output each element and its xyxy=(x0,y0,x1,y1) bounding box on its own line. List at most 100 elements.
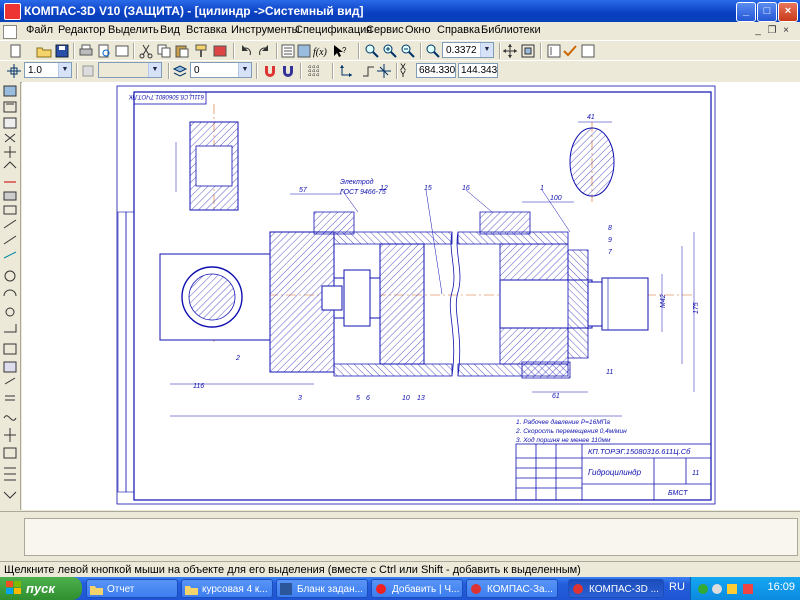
taskbar-item-report[interactable]: Отчет xyxy=(86,579,178,598)
step-cursor-icon[interactable] xyxy=(6,63,22,79)
cursor-step-combo[interactable]: 1.0 ▼ xyxy=(24,62,72,78)
fx-icon[interactable]: f(x) xyxy=(312,43,328,59)
pan-icon[interactable] xyxy=(502,43,518,59)
menu-select[interactable]: Выделить xyxy=(108,24,159,36)
svg-text:f(x): f(x) xyxy=(313,47,328,58)
status-bar: Щелкните левой кнопкой мыши на объекте д… xyxy=(0,561,800,577)
language-indicator[interactable]: RU xyxy=(669,581,685,593)
menu-service[interactable]: Сервис xyxy=(366,24,404,36)
manager-icon[interactable] xyxy=(280,43,296,59)
help-cursor-icon[interactable]: ? xyxy=(332,43,348,59)
property-panel-body[interactable] xyxy=(24,518,798,556)
note-1: 1. Рабочее давление P=16МПа xyxy=(516,418,610,426)
local-snap-icon[interactable] xyxy=(280,63,296,79)
windows-taskbar: пуск Отчет курсовая 4 к... Бланк задан..… xyxy=(0,577,800,600)
menu-view[interactable]: Вид xyxy=(160,24,180,36)
copy-icon[interactable] xyxy=(156,43,172,59)
format-painter-icon[interactable] xyxy=(194,43,210,59)
menu-window[interactable]: Окно xyxy=(405,24,431,36)
minimize-button[interactable]: _ xyxy=(736,2,756,22)
maximize-button[interactable]: □ xyxy=(757,2,777,22)
refresh-icon[interactable] xyxy=(546,43,562,59)
chevron-down-icon[interactable]: ▼ xyxy=(480,43,493,57)
coord-y-field[interactable]: 144.343 xyxy=(458,63,498,78)
taskbar-item-label: КОМПАС-За... xyxy=(487,584,553,595)
doc-close-button[interactable]: × xyxy=(780,25,792,37)
variables-icon[interactable] xyxy=(296,43,312,59)
toolbar-separator xyxy=(420,43,422,59)
start-button[interactable]: пуск xyxy=(0,577,82,600)
check-icon[interactable] xyxy=(562,43,578,59)
redo-icon[interactable] xyxy=(256,43,272,59)
grid-icon[interactable] xyxy=(306,63,322,79)
layer-value: 0 xyxy=(194,65,200,76)
undo-icon[interactable] xyxy=(238,43,254,59)
menu-insert[interactable]: Вставка xyxy=(186,24,227,36)
menu-file[interactable]: Файл xyxy=(26,24,53,36)
chevron-down-icon[interactable]: ▼ xyxy=(148,63,161,77)
sheet-number: 11 xyxy=(692,470,699,477)
local-cs-icon[interactable] xyxy=(338,63,354,79)
menu-help[interactable]: Справка xyxy=(437,24,480,36)
callout-3: 3 xyxy=(298,395,302,402)
print-preview-icon[interactable] xyxy=(96,43,112,59)
view-icon[interactable] xyxy=(80,63,96,79)
menu-tools[interactable]: Инструменты xyxy=(231,24,300,36)
open-folder-icon[interactable] xyxy=(36,43,52,59)
taskbar-item-form[interactable]: Бланк задан... xyxy=(276,579,368,598)
save-icon[interactable] xyxy=(54,43,70,59)
layer-icon[interactable] xyxy=(172,63,188,79)
properties-icon[interactable] xyxy=(212,43,228,59)
doc-restore-button[interactable]: ❐ xyxy=(766,25,778,37)
view-combo[interactable]: ▼ xyxy=(98,62,162,78)
new-document-icon[interactable] xyxy=(8,43,24,59)
cursor-mode-icon[interactable] xyxy=(376,63,392,79)
grid-toggle-icon[interactable] xyxy=(580,43,596,59)
taskbar-item-label: курсовая 4 к... xyxy=(202,584,268,595)
menu-bar: Файл Редактор Выделить Вид Вставка Инстр… xyxy=(0,22,800,40)
taskbar-item-kompas-3d[interactable]: КОМПАС-3D ... xyxy=(568,579,664,598)
preview-icon[interactable] xyxy=(114,43,130,59)
zoom-scale-combo[interactable]: 0.3372 ▼ xyxy=(442,42,494,58)
close-button[interactable]: × xyxy=(778,2,798,22)
menu-editor[interactable]: Редактор xyxy=(58,24,105,36)
zoom-scale-icon[interactable] xyxy=(425,43,441,59)
weld-label: Электрод xyxy=(340,178,374,186)
coord-x-field[interactable]: 684.330 xyxy=(416,63,456,78)
snap-magnet-icon[interactable] xyxy=(262,63,278,79)
print-icon[interactable] xyxy=(78,43,94,59)
svg-text:?: ? xyxy=(342,46,347,55)
dim-label-57: 57 xyxy=(299,187,308,194)
document-icon[interactable] xyxy=(3,25,17,39)
ortho-icon[interactable] xyxy=(360,63,376,79)
chevron-down-icon[interactable]: ▼ xyxy=(58,63,71,77)
cut-icon[interactable] xyxy=(138,43,154,59)
assembly-drawing[interactable]: 116 57 100 41 61 175 М42 2 3 5 6 10 13 1… xyxy=(22,82,800,510)
layer-combo[interactable]: 0 ▼ xyxy=(190,62,252,78)
zoom-window-icon[interactable] xyxy=(364,43,380,59)
menu-specification[interactable]: Спецификация xyxy=(295,24,372,36)
taskbar-item-coursework[interactable]: курсовая 4 к... xyxy=(181,579,273,598)
doc-minimize-button[interactable]: _ xyxy=(752,25,764,37)
weld-gost-label: ГОСТ 9466-75 xyxy=(340,189,386,196)
dim-label-41: 41 xyxy=(587,114,595,121)
taskbar-item-add[interactable]: Добавить | Ч... xyxy=(371,579,463,598)
callout-13: 13 xyxy=(417,395,425,402)
windows-logo-icon xyxy=(6,581,21,594)
drawing-canvas[interactable]: 116 57 100 41 61 175 М42 2 3 5 6 10 13 1… xyxy=(22,82,800,510)
current-state-toolbar: 1.0 ▼ ▼ 0 ▼ XY 684.330 144.343 xyxy=(0,60,800,83)
taskbar-item-kompas-protect[interactable]: КОМПАС-За... xyxy=(466,579,558,598)
dim-label-116: 116 xyxy=(193,383,204,390)
zoom-out-icon[interactable] xyxy=(400,43,416,59)
tray-icons[interactable] xyxy=(697,582,757,596)
note-2: 2. Скорость перемещения 0,4м/мин xyxy=(515,428,627,435)
callout-11: 11 xyxy=(606,369,613,376)
organization: БМСТ xyxy=(668,490,688,497)
zoom-in-icon[interactable] xyxy=(382,43,398,59)
chevron-down-icon[interactable]: ▼ xyxy=(238,63,251,77)
menu-libraries[interactable]: Библиотеки xyxy=(481,24,541,36)
toolbar-separator xyxy=(332,63,334,79)
compact-panel-icons[interactable] xyxy=(0,82,20,510)
paste-icon[interactable] xyxy=(174,43,190,59)
show-all-icon[interactable] xyxy=(520,43,536,59)
